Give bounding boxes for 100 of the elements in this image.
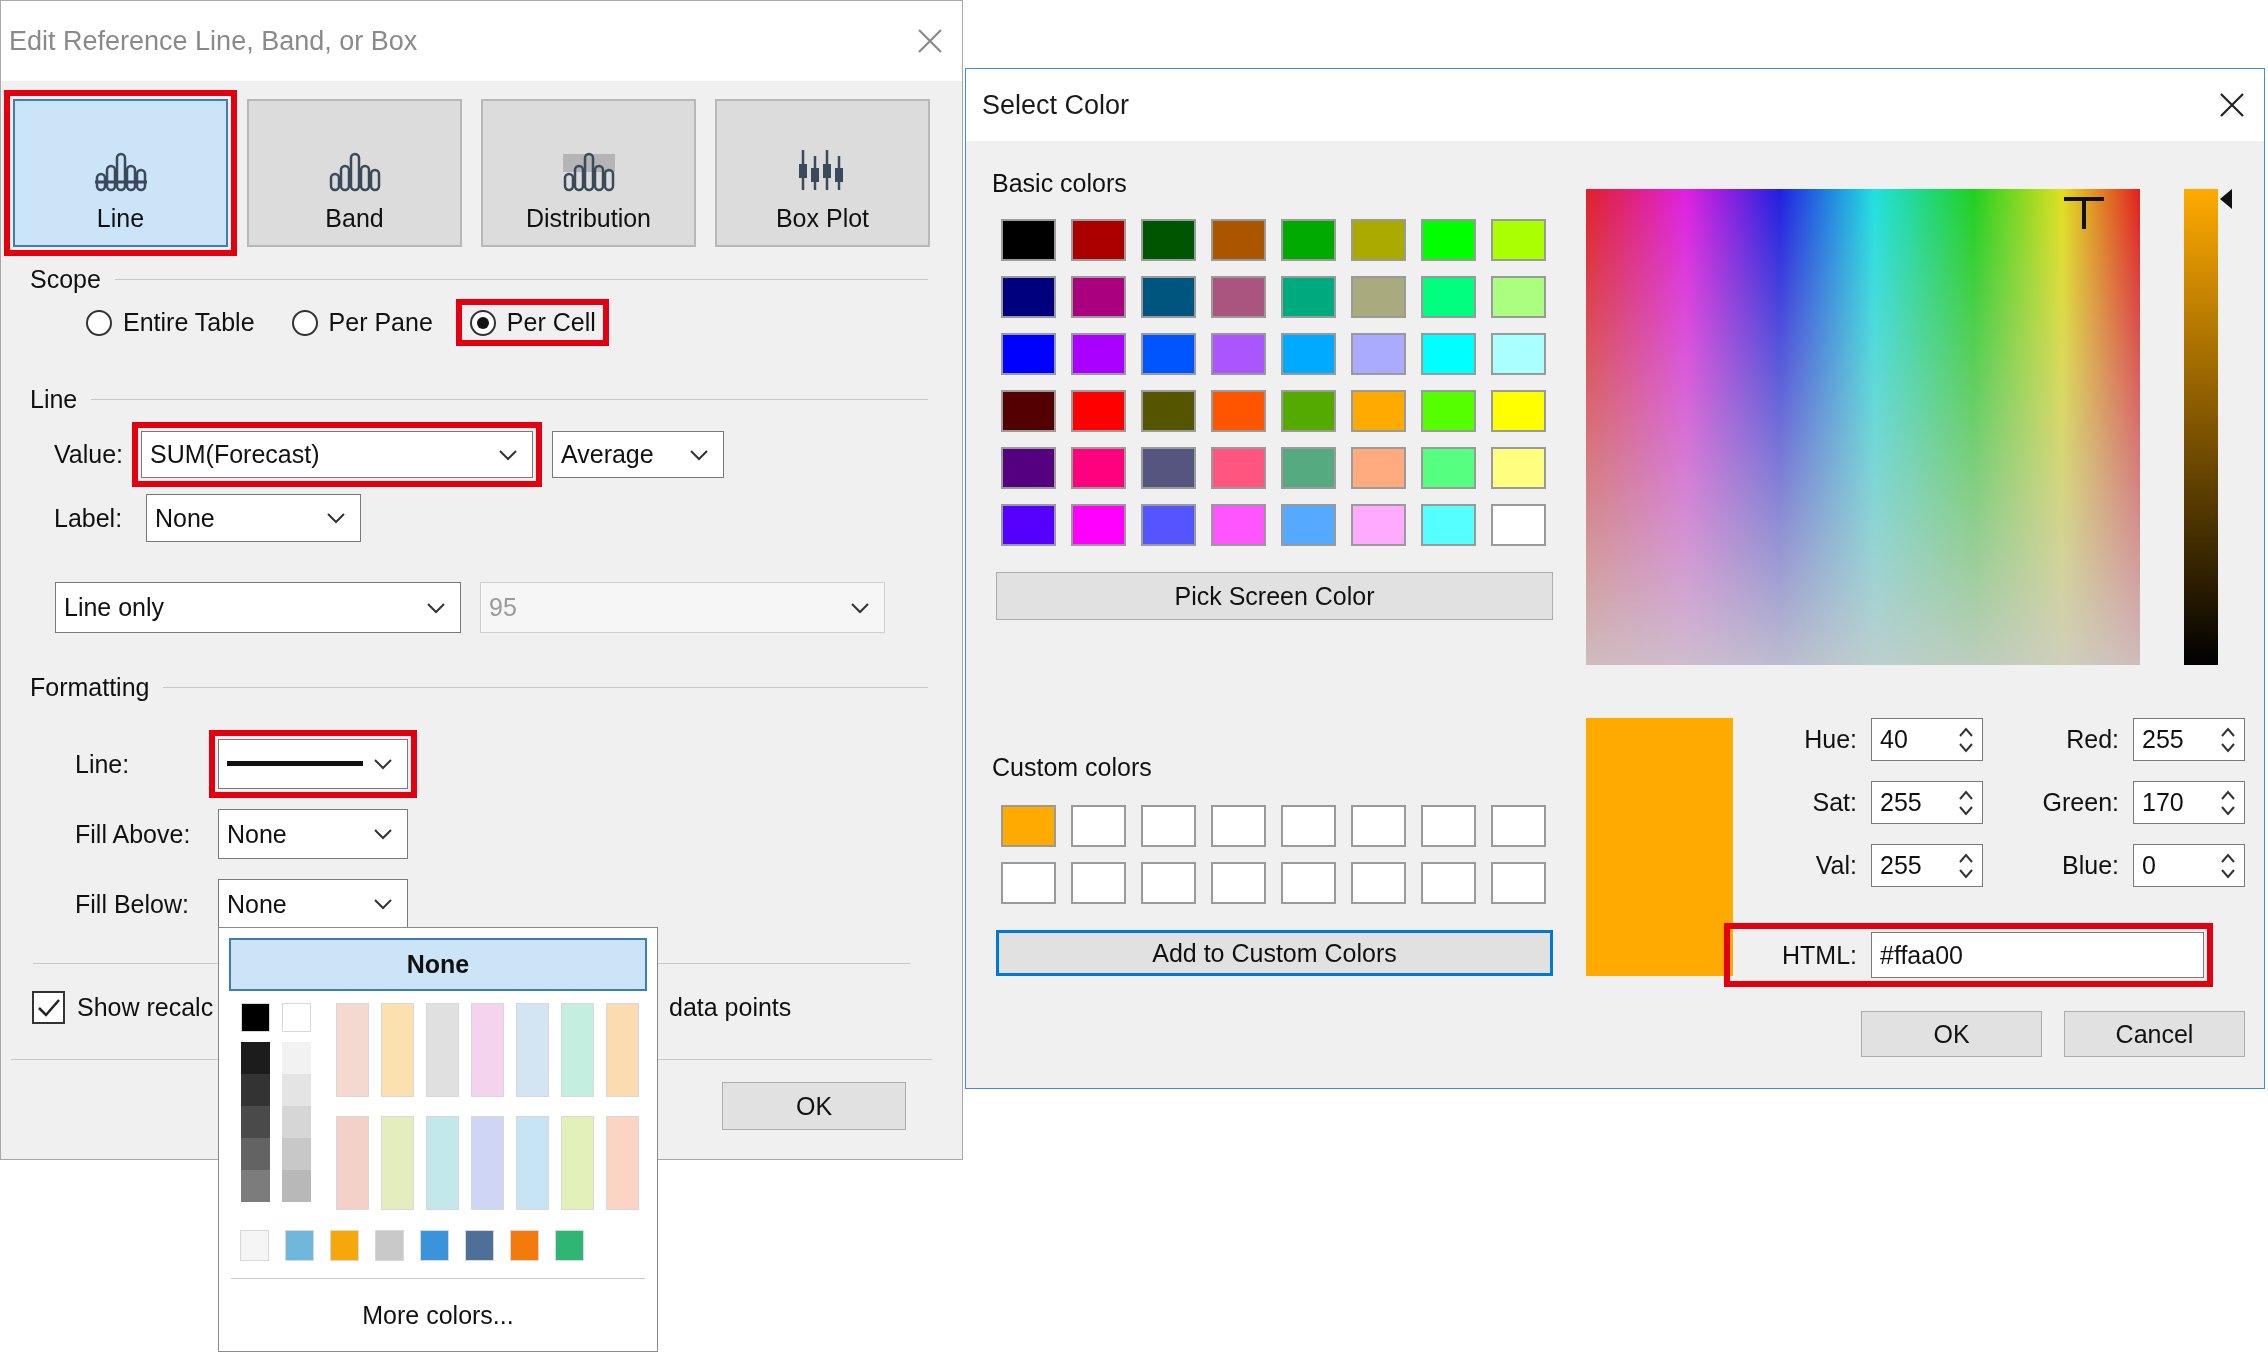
- color-swatch[interactable]: [1491, 276, 1546, 318]
- color-spectrum[interactable]: [1586, 189, 2140, 665]
- color-swatch[interactable]: [241, 1074, 270, 1106]
- color-swatch[interactable]: [282, 1138, 311, 1170]
- color-swatch[interactable]: [1421, 390, 1476, 432]
- color-swatch[interactable]: [1141, 805, 1196, 847]
- html-field[interactable]: #ffaa00: [1871, 932, 2204, 978]
- color-swatch[interactable]: [1071, 276, 1126, 318]
- spin-field[interactable]: 255: [1871, 781, 1983, 824]
- color-swatch[interactable]: [1281, 805, 1336, 847]
- color-swatch[interactable]: [1491, 390, 1546, 432]
- color-swatch[interactable]: [282, 1170, 311, 1202]
- slider-pointer-icon[interactable]: [2220, 189, 2232, 209]
- color-swatch[interactable]: [1351, 333, 1406, 375]
- aggregation-dropdown[interactable]: Average: [552, 431, 724, 478]
- color-swatch[interactable]: [241, 1170, 270, 1202]
- add-custom-color-button[interactable]: Add to Custom Colors: [996, 930, 1553, 976]
- radio-button[interactable]: [468, 308, 497, 337]
- color-swatch[interactable]: [1001, 276, 1056, 318]
- color-swatch[interactable]: [1071, 862, 1126, 904]
- color-swatch[interactable]: [1001, 390, 1056, 432]
- color-swatch[interactable]: [1281, 219, 1336, 261]
- fill-dropdown[interactable]: None: [218, 879, 408, 929]
- radio-button[interactable]: [290, 308, 319, 337]
- color-swatch[interactable]: [1421, 805, 1476, 847]
- color-swatch[interactable]: [241, 1138, 270, 1170]
- type-tab[interactable]: Box Plot: [715, 99, 930, 247]
- color-swatch[interactable]: [1071, 390, 1126, 432]
- color-swatch[interactable]: [1141, 333, 1196, 375]
- color-swatch[interactable]: [1071, 504, 1126, 546]
- color-swatch[interactable]: [1001, 219, 1056, 261]
- color-swatch[interactable]: [1351, 862, 1406, 904]
- color-swatch[interactable]: [1211, 504, 1266, 546]
- color-swatch[interactable]: [241, 1106, 270, 1138]
- color-swatch[interactable]: [1211, 805, 1266, 847]
- color-swatch[interactable]: [282, 1042, 311, 1074]
- type-tab[interactable]: Line: [13, 99, 228, 247]
- color-swatch[interactable]: [1211, 219, 1266, 261]
- line-style-dropdown[interactable]: [218, 739, 408, 789]
- color-swatch[interactable]: [1141, 504, 1196, 546]
- color-swatch[interactable]: [1421, 276, 1476, 318]
- color-swatch[interactable]: [1491, 504, 1546, 546]
- color-swatch[interactable]: [282, 1074, 311, 1106]
- label-dropdown[interactable]: None: [146, 494, 361, 542]
- checkbox[interactable]: [32, 990, 65, 1024]
- color-swatch[interactable]: [1421, 333, 1476, 375]
- color-swatch[interactable]: [1351, 504, 1406, 546]
- color-swatch[interactable]: [1351, 447, 1406, 489]
- value-dropdown[interactable]: SUM(Forecast): [141, 431, 533, 478]
- ok-button[interactable]: OK: [1861, 1011, 2042, 1057]
- spin-field[interactable]: 255: [1871, 844, 1983, 887]
- more-colors-item[interactable]: More colors...: [354, 1299, 522, 1332]
- color-swatch[interactable]: [1071, 447, 1126, 489]
- color-swatch[interactable]: [1141, 862, 1196, 904]
- color-swatch[interactable]: [1281, 447, 1336, 489]
- color-swatch[interactable]: [1001, 805, 1056, 847]
- color-swatch[interactable]: [1351, 390, 1406, 432]
- color-swatch[interactable]: [1211, 390, 1266, 432]
- color-swatch[interactable]: [1281, 390, 1336, 432]
- color-swatch[interactable]: [1281, 862, 1336, 904]
- color-swatch[interactable]: [1071, 333, 1126, 375]
- color-swatch[interactable]: [1211, 447, 1266, 489]
- color-swatch[interactable]: [1001, 504, 1056, 546]
- color-swatch[interactable]: [1491, 447, 1546, 489]
- color-swatch[interactable]: [1211, 862, 1266, 904]
- color-swatch[interactable]: [1421, 219, 1476, 261]
- color-swatch[interactable]: [1071, 805, 1126, 847]
- color-swatch[interactable]: [1141, 276, 1196, 318]
- pick-screen-color-button[interactable]: Pick Screen Color: [996, 572, 1553, 620]
- color-swatch[interactable]: [1421, 862, 1476, 904]
- close-icon[interactable]: [2218, 91, 2246, 119]
- color-swatch[interactable]: [1141, 447, 1196, 489]
- color-swatch[interactable]: [1001, 447, 1056, 489]
- radio-button[interactable]: [85, 308, 113, 337]
- line-type-dropdown[interactable]: Line only: [55, 582, 461, 633]
- color-swatch[interactable]: [1351, 219, 1406, 261]
- color-swatch[interactable]: [1001, 862, 1056, 904]
- color-swatch[interactable]: [1281, 504, 1336, 546]
- fill-dropdown[interactable]: None: [218, 809, 408, 859]
- spin-field[interactable]: 255: [2133, 718, 2245, 761]
- color-swatch[interactable]: [1141, 219, 1196, 261]
- spin-field[interactable]: 0: [2133, 844, 2245, 887]
- color-swatch[interactable]: [1491, 805, 1546, 847]
- color-swatch[interactable]: [1421, 447, 1476, 489]
- color-swatch[interactable]: [1001, 333, 1056, 375]
- type-tab[interactable]: Distribution: [481, 99, 696, 247]
- color-swatch[interactable]: [1491, 862, 1546, 904]
- color-swatch[interactable]: [282, 1106, 311, 1138]
- spin-field[interactable]: 40: [1871, 718, 1983, 761]
- color-swatch[interactable]: [1421, 504, 1476, 546]
- color-swatch[interactable]: [1211, 333, 1266, 375]
- type-tab[interactable]: Band: [247, 99, 462, 247]
- color-swatch[interactable]: [1141, 390, 1196, 432]
- spin-field[interactable]: 170: [2133, 781, 2245, 824]
- color-swatch[interactable]: [1351, 276, 1406, 318]
- none-option[interactable]: None: [229, 938, 647, 991]
- cancel-button[interactable]: Cancel: [2064, 1011, 2245, 1057]
- color-swatch[interactable]: [1211, 276, 1266, 318]
- color-swatch[interactable]: [1491, 219, 1546, 261]
- color-swatch[interactable]: [1351, 805, 1406, 847]
